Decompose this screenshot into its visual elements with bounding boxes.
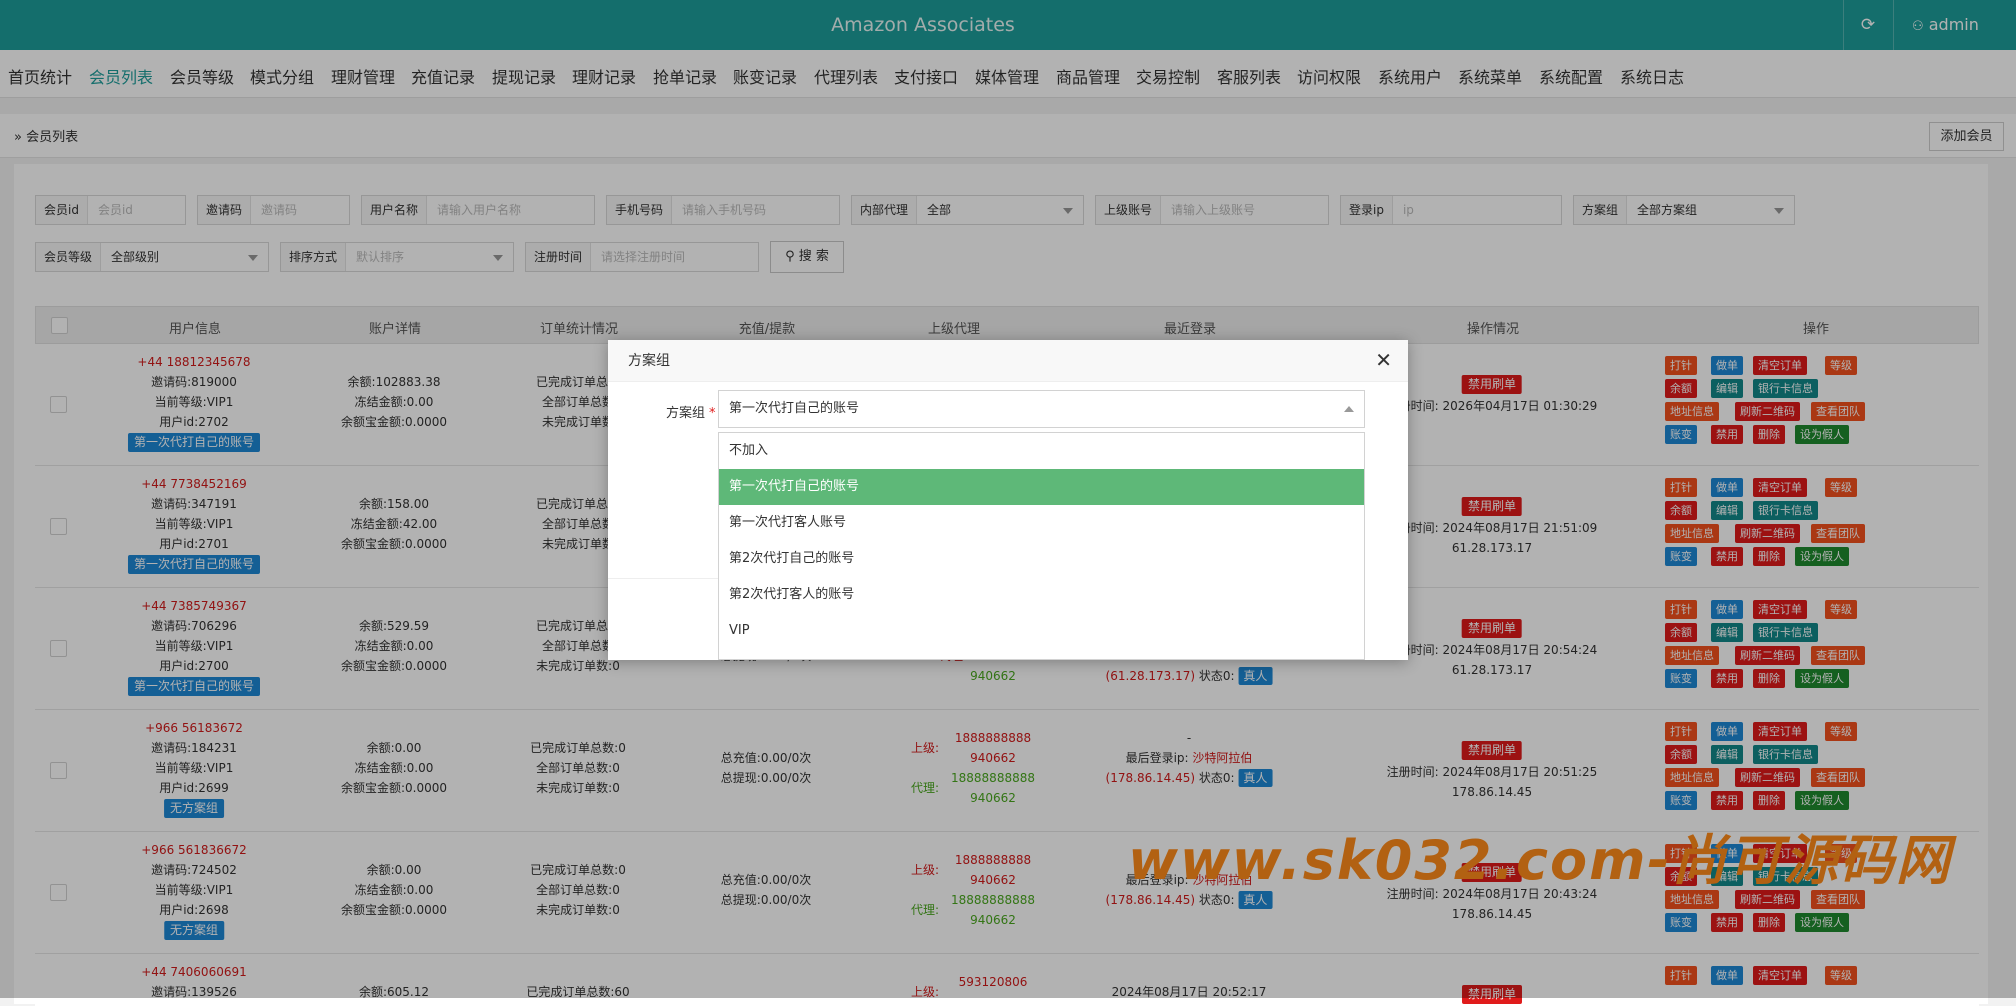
plan-group-dialog: 方案组 ✕ 方案组 * 第一次代打自己的账号 不加入 第一次代打自己的账号 第一次… — [608, 340, 1408, 660]
dialog-title: 方案组 — [608, 340, 1408, 382]
selected-value: 第一次代打自己的账号 — [729, 401, 860, 416]
dropdown-option[interactable]: 第2次代打自己的账号 — [719, 541, 1364, 577]
dropdown-option[interactable]: 第一次代打客人账号 — [719, 505, 1364, 541]
close-icon[interactable]: ✕ — [1375, 350, 1392, 370]
field-label: 方案组 * — [666, 402, 716, 421]
chevron-up-icon — [1344, 406, 1354, 412]
dropdown-option-selected[interactable]: 第一次代打自己的账号 — [719, 469, 1364, 505]
divider — [608, 578, 718, 579]
dropdown-option[interactable]: VIP — [719, 613, 1364, 649]
plan-group-select[interactable]: 第一次代打自己的账号 — [718, 390, 1365, 428]
dropdown-option[interactable]: 不加入 — [719, 433, 1364, 469]
required-mark: * — [709, 406, 716, 421]
plan-group-dropdown: 不加入 第一次代打自己的账号 第一次代打客人账号 第2次代打自己的账号 第2次代… — [718, 432, 1365, 660]
dropdown-option[interactable]: 第2次代打客人的账号 — [719, 577, 1364, 613]
field-label-text: 方案组 — [666, 406, 706, 421]
